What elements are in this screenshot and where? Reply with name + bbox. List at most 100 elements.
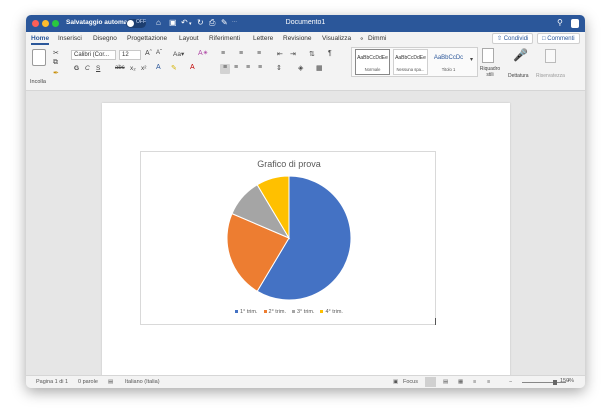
tab-layout[interactable]: Layout <box>179 35 199 42</box>
highlight-icon[interactable]: ✎ <box>171 64 177 72</box>
decrease-indent-icon[interactable]: ⇤ <box>277 50 283 58</box>
chart-resize-handle[interactable] <box>435 318 436 325</box>
style-name: Nessuna spa... <box>396 67 425 72</box>
lightbulb-icon: ⚬ <box>359 36 365 43</box>
legend-label: 2° trim. <box>268 309 286 315</box>
subscript-button[interactable]: x₂ <box>130 65 136 72</box>
font-name-select[interactable]: Calibri (Cor... <box>71 50 116 60</box>
comments-button[interactable]: □ Commenti <box>537 33 580 44</box>
styles-more-icon[interactable]: ▾ <box>470 56 473 63</box>
tab-design[interactable]: Progettazione <box>127 35 167 42</box>
web-layout-icon[interactable]: ▦ <box>458 379 463 385</box>
increase-indent-icon[interactable]: ⇥ <box>290 50 296 58</box>
read-mode-icon[interactable]: ▤ <box>443 379 448 385</box>
bullets-icon[interactable]: ≡ <box>221 50 225 57</box>
legend-swatch <box>263 310 267 314</box>
sensitivity-icon <box>545 49 556 63</box>
clear-formatting-icon[interactable]: A✴ <box>198 49 209 57</box>
style-sample: AaBbCcDdEe <box>357 55 388 61</box>
focus-icon[interactable]: ▣ <box>393 379 398 385</box>
superscript-button[interactable]: x² <box>141 65 146 72</box>
chart-legend: 1° trim. 2° trim. 3° trim. 4° trim. <box>141 309 437 315</box>
page-count[interactable]: Pagina 1 di 1 <box>36 379 68 385</box>
chart-object[interactable]: Grafico di prova 1° trim. 2° trim. 3° trim… <box>140 151 436 325</box>
font-color-icon[interactable]: A <box>190 64 195 71</box>
shading-icon[interactable]: ◈ <box>298 64 303 72</box>
search-icon[interactable]: ⚲ <box>557 18 563 27</box>
zoom-percent[interactable]: 150% <box>560 378 574 384</box>
document-title: Documento1 <box>285 19 326 26</box>
tab-insert[interactable]: Inserisci <box>58 35 82 42</box>
style-name: Titolo 1 <box>441 67 456 72</box>
format-painter-icon[interactable]: ✒ <box>53 69 59 77</box>
zoom-slider-thumb[interactable] <box>553 380 557 385</box>
outline-view-icon[interactable]: ≡ <box>473 379 476 385</box>
legend-item: 2° trim. <box>263 309 286 315</box>
legend-item: 4° trim. <box>320 309 343 315</box>
account-icon[interactable] <box>571 19 579 28</box>
text-effects-icon[interactable]: A <box>156 64 161 71</box>
bold-button[interactable]: G <box>74 65 79 72</box>
change-case-icon[interactable]: Aa▾ <box>173 50 184 58</box>
tab-mailings[interactable]: Lettere <box>253 35 273 42</box>
draft-view-icon[interactable]: ≡ <box>487 379 490 385</box>
tab-references[interactable]: Riferimenti <box>209 35 240 42</box>
style-heading-1[interactable]: AaBbCcDc Titolo 1 <box>431 49 466 75</box>
style-normal[interactable]: AaBbCcDdEe Normale <box>355 49 390 75</box>
status-bar: Pagina 1 di 1 0 parole ▤ Italiano (Itali… <box>26 375 585 388</box>
legend-item: 3° trim. <box>292 309 314 315</box>
zoom-out-icon[interactable]: − <box>509 379 512 385</box>
italic-button[interactable]: C <box>85 65 90 72</box>
print-layout-icon[interactable] <box>425 377 436 387</box>
word-window: Salvataggio automatico OFF ⌂ ▣ ↶ ▾ ↻ ⎙ ✎… <box>26 15 585 388</box>
tab-review[interactable]: Revisione <box>283 35 312 42</box>
align-center-icon[interactable]: ≡ <box>234 64 238 71</box>
proofing-icon[interactable]: ▤ <box>108 379 113 385</box>
borders-icon[interactable]: ▦ <box>316 64 323 72</box>
underline-button[interactable]: S <box>96 65 100 72</box>
shrink-font-icon[interactable]: Aˇ <box>156 50 162 56</box>
line-spacing-icon[interactable]: ⇕ <box>276 64 282 72</box>
multilevel-list-icon[interactable]: ≡ <box>257 50 261 57</box>
share-button[interactable]: ⇧ Condividi <box>492 33 534 44</box>
tab-view[interactable]: Visualizza <box>322 35 351 42</box>
styles-pane-label[interactable]: Riquadro stili <box>475 66 505 78</box>
document-canvas[interactable]: Grafico di prova 1° trim. 2° trim. 3° trim… <box>26 91 585 388</box>
style-no-spacing[interactable]: AaBbCcDdEe Nessuna spa... <box>393 49 428 75</box>
ribbon-home: Incolla ✂ ⧉ ✒ Calibri (Cor... 12 Aˆ Aˇ A… <box>26 46 585 91</box>
legend-label: 3° trim. <box>297 309 315 315</box>
cut-icon[interactable]: ✂ <box>53 49 59 57</box>
pilcrow-icon[interactable]: ¶ <box>328 50 332 57</box>
legend-swatch <box>235 310 239 314</box>
legend-item: 1° trim. <box>235 309 258 315</box>
comments-label: Commenti <box>547 36 575 42</box>
grow-font-icon[interactable]: Aˆ <box>145 50 152 57</box>
font-size-select[interactable]: 12 <box>119 50 141 60</box>
microphone-icon[interactable]: 🎤 <box>513 48 528 62</box>
strikethrough-button[interactable]: abc <box>115 65 125 71</box>
align-right-icon[interactable]: ≡ <box>246 64 250 71</box>
word-count[interactable]: 0 parole <box>78 379 98 385</box>
copy-icon[interactable]: ⧉ <box>53 59 58 67</box>
styles-pane-icon[interactable] <box>482 48 494 63</box>
tab-home[interactable]: Home <box>31 35 50 45</box>
language-label[interactable]: Italiano (Italia) <box>125 379 160 385</box>
justify-icon[interactable]: ≡ <box>258 64 262 71</box>
share-icon: ⇧ <box>497 36 504 42</box>
paste-icon[interactable] <box>32 49 46 66</box>
tell-me-search[interactable]: Dimmi <box>368 35 386 42</box>
dictate-label[interactable]: Dettatura <box>508 73 529 79</box>
document-page[interactable]: Grafico di prova 1° trim. 2° trim. 3° trim… <box>102 103 510 388</box>
pie-chart[interactable] <box>141 152 437 326</box>
numbering-icon[interactable]: ≡ <box>239 50 243 57</box>
legend-swatch <box>320 310 324 314</box>
paste-label: Incolla <box>30 79 46 85</box>
legend-label: 1° trim. <box>240 309 258 315</box>
legend-swatch <box>292 310 295 314</box>
legend-label: 4° trim. <box>325 309 343 315</box>
focus-button[interactable]: Focus <box>403 379 418 385</box>
sort-icon[interactable]: ⇅ <box>309 50 315 58</box>
tab-draw[interactable]: Disegno <box>93 35 117 42</box>
align-left-icon[interactable]: ≡ <box>220 64 230 74</box>
style-name: Normale <box>364 67 381 72</box>
